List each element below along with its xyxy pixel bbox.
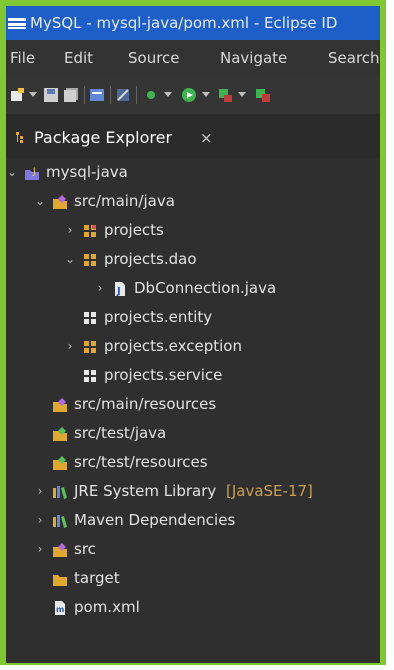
java-file-icon: J: [115, 282, 125, 297]
folder-icon: [53, 575, 67, 586]
terminal-icon[interactable]: [90, 88, 104, 102]
menu-search[interactable]: Search: [328, 40, 380, 76]
tree-item-src-main-java[interactable]: ⌄ src/main/java: [6, 187, 380, 216]
source-folder-icon: [53, 456, 67, 470]
menu-source[interactable]: Source: [128, 40, 180, 76]
title-bar[interactable]: MySQL - mysql-java/pom.xml - Eclipse ID: [6, 6, 380, 40]
source-folder-icon: [53, 398, 67, 412]
chevron-right-icon[interactable]: ›: [34, 535, 46, 564]
debug-dropdown-icon[interactable]: [164, 92, 172, 97]
tree-item-label: projects.entity: [104, 308, 213, 326]
tree-item-projects-exception[interactable]: › projects.exception: [6, 332, 380, 361]
tree-item-projects[interactable]: › projects: [6, 216, 380, 245]
empty-package-icon: [84, 370, 96, 382]
chevron-down-icon[interactable]: ⌄: [64, 245, 76, 274]
tree-item-label: projects: [104, 221, 164, 239]
tree-item-src[interactable]: › src: [6, 535, 380, 564]
view-tab-bar: Package Explorer ×: [6, 114, 380, 160]
source-folder-icon: [53, 195, 67, 209]
xml-file-icon: m: [55, 601, 65, 615]
tree-item-projects-dao[interactable]: ⌄ projects.dao: [6, 245, 380, 274]
screenshot-frame: MySQL - mysql-java/pom.xml - Eclipse ID …: [0, 0, 386, 665]
tree-item-label: projects.exception: [104, 337, 242, 355]
save-all-icon[interactable]: [64, 88, 78, 102]
tree-item-label: Maven Dependencies: [74, 511, 236, 529]
package-explorer-tree: ⌄ J mysql-java ⌄ src/main/java › project…: [6, 158, 380, 663]
tree-item-projects-service[interactable]: projects.service: [6, 361, 380, 390]
tree-item-src-test-resources[interactable]: src/test/resources: [6, 448, 380, 477]
menu-file[interactable]: File: [10, 40, 35, 76]
tree-item-jre-system-library[interactable]: › JRE System Library [JavaSE-17]: [6, 477, 380, 506]
toolbar-separator: [84, 86, 85, 104]
new-dropdown-icon[interactable]: [29, 92, 37, 97]
package-icon: [84, 225, 96, 237]
tree-item-label: JRE System Library: [74, 482, 217, 500]
tree-item-label: src/main/resources: [74, 395, 217, 413]
coverage-icon[interactable]: [256, 88, 270, 102]
tree-item-decoration: [JavaSE-17]: [226, 482, 313, 500]
tree-item-maven-dependencies[interactable]: › Maven Dependencies: [6, 506, 380, 535]
tree-item-label: projects.service: [104, 366, 223, 384]
chevron-right-icon[interactable]: ›: [64, 332, 76, 361]
tree-item-label: src/main/java: [74, 192, 175, 210]
save-icon[interactable]: [44, 88, 58, 102]
svg-text:m: m: [56, 605, 64, 614]
external-tools-icon[interactable]: [218, 88, 232, 102]
tree-item-label: DbConnection.java: [134, 279, 277, 297]
toolbar-separator: [136, 86, 137, 104]
chevron-right-icon[interactable]: ›: [34, 477, 46, 506]
java-project-icon: J: [25, 167, 39, 180]
skip-breakpoints-icon[interactable]: [116, 88, 130, 102]
menu-bar: File Edit Source Navigate Search: [6, 40, 380, 76]
chevron-down-icon[interactable]: ⌄: [34, 187, 46, 216]
tree-item-src-main-resources[interactable]: src/main/resources: [6, 390, 380, 419]
svg-text:J: J: [32, 167, 36, 177]
tab-label: Package Explorer: [34, 128, 173, 147]
window-title: MySQL - mysql-java/pom.xml - Eclipse ID: [30, 14, 338, 32]
tree-item-projects-entity[interactable]: projects.entity: [6, 303, 380, 332]
external-tools-dropdown-icon[interactable]: [238, 92, 246, 97]
chevron-right-icon[interactable]: ›: [34, 506, 46, 535]
package-explorer-icon: [16, 132, 23, 143]
run-dropdown-icon[interactable]: [202, 92, 210, 97]
tree-item-target[interactable]: target: [6, 564, 380, 593]
empty-package-icon: [84, 312, 96, 324]
chevron-right-icon[interactable]: ›: [94, 274, 106, 303]
run-icon[interactable]: [182, 88, 196, 102]
tree-item-label: src/test/resources: [74, 453, 208, 471]
tree-item-label: target: [74, 569, 120, 587]
tree-item-label: projects.dao: [104, 250, 197, 268]
svg-text:J: J: [116, 286, 121, 297]
menu-navigate[interactable]: Navigate: [220, 40, 287, 76]
tree-item-label: pom.xml: [74, 598, 140, 616]
tree-item-pom-xml[interactable]: m pom.xml: [6, 593, 380, 622]
tree-item-label: src/test/java: [74, 424, 167, 442]
chevron-down-icon[interactable]: ⌄: [6, 158, 18, 187]
library-icon: [53, 486, 67, 499]
tree-item-mysql-java[interactable]: ⌄ J mysql-java: [6, 158, 380, 187]
tree-item-label: src: [74, 540, 96, 558]
debug-icon[interactable]: [144, 88, 158, 102]
new-icon[interactable]: [10, 88, 24, 102]
eclipse-app-icon: [8, 18, 26, 29]
tree-item-src-test-java[interactable]: src/test/java: [6, 419, 380, 448]
main-toolbar: [6, 76, 380, 114]
folder-icon: [53, 543, 67, 557]
eclipse-window: MySQL - mysql-java/pom.xml - Eclipse ID …: [6, 6, 380, 663]
tab-package-explorer[interactable]: Package Explorer ×: [10, 120, 216, 160]
toolbar-separator: [110, 86, 111, 104]
package-icon: [84, 341, 96, 353]
chevron-right-icon[interactable]: ›: [64, 216, 76, 245]
package-icon: [84, 254, 96, 266]
close-icon[interactable]: ×: [200, 120, 213, 156]
tree-item-dbconnection-java[interactable]: › J DbConnection.java: [6, 274, 380, 303]
library-icon: [53, 515, 67, 528]
menu-edit[interactable]: Edit: [64, 40, 93, 76]
tree-item-label: mysql-java: [46, 163, 128, 181]
source-folder-icon: [53, 427, 67, 441]
